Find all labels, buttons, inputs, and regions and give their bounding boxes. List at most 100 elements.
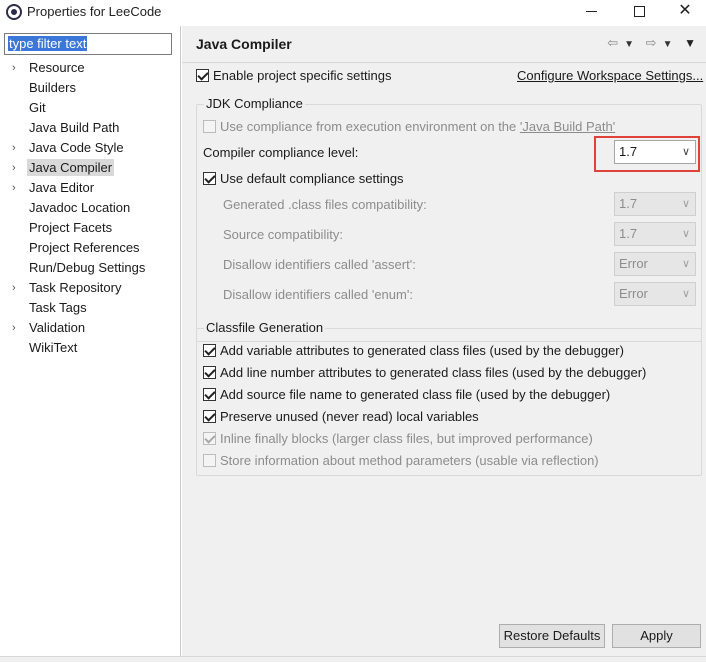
sidebar-item[interactable]: Project Facets bbox=[0, 218, 180, 238]
sidebar-item[interactable]: › Java Compiler bbox=[0, 158, 180, 178]
chevron-right-icon[interactable]: › bbox=[12, 178, 16, 198]
generated-compat-label: Generated .class files compatibility: bbox=[223, 197, 427, 212]
use-default-row[interactable]: Use default compliance settings bbox=[203, 171, 404, 186]
sidebar-item[interactable]: Java Build Path bbox=[0, 118, 180, 138]
title-separator bbox=[182, 62, 706, 63]
chevron-right-icon[interactable]: › bbox=[12, 58, 16, 78]
sidebar-item-label: Resource bbox=[29, 60, 85, 75]
sidebar-item-label: Java Build Path bbox=[29, 120, 120, 135]
chevron-down-icon: ∨ bbox=[681, 288, 690, 300]
use-env-row: Use compliance from execution environmen… bbox=[203, 119, 615, 134]
enum-value: Error bbox=[619, 286, 648, 301]
source-compat-label: Source compatibility: bbox=[223, 227, 343, 242]
sidebar-item-label: WikiText bbox=[29, 340, 78, 355]
enum-select[interactable]: Error ∨ bbox=[614, 282, 696, 306]
forward-dropdown-icon[interactable]: ▼ bbox=[663, 39, 675, 50]
enable-project-settings-checkbox[interactable] bbox=[196, 69, 209, 83]
chevron-down-icon: ∨ bbox=[681, 258, 690, 270]
classfile-option-label: Inline finally blocks (larger class file… bbox=[220, 431, 593, 446]
classfile-option-row[interactable]: Store information about method parameter… bbox=[203, 453, 599, 468]
classfile-option-checkbox[interactable] bbox=[203, 454, 216, 468]
page-title: Java Compiler bbox=[196, 36, 292, 52]
classfile-generation-title: Classfile Generation bbox=[204, 320, 326, 335]
back-arrow-icon[interactable]: ⇦ bbox=[607, 35, 620, 51]
restore-defaults-button[interactable]: Restore Defaults bbox=[499, 624, 605, 648]
apply-button[interactable]: Apply bbox=[612, 624, 701, 648]
generated-compat-select[interactable]: 1.7 ∨ bbox=[614, 192, 696, 216]
maximize-button[interactable] bbox=[616, 0, 662, 24]
classfile-option-checkbox[interactable] bbox=[203, 410, 216, 424]
enable-project-settings-label: Enable project specific settings bbox=[213, 68, 392, 83]
sidebar-item-label: Javadoc Location bbox=[29, 200, 131, 215]
sidebar-item[interactable]: Project References bbox=[0, 238, 180, 258]
classfile-option-checkbox[interactable] bbox=[203, 388, 216, 402]
sidebar-item[interactable]: › Java Code Style bbox=[0, 138, 180, 158]
eclipse-icon bbox=[6, 4, 22, 20]
sidebar-item[interactable]: Git bbox=[0, 98, 180, 118]
source-compat-value: 1.7 bbox=[619, 226, 638, 241]
title-bar: Properties for LeeCode ✕ bbox=[0, 0, 706, 24]
main-panel: Java Compiler ⇦ ▼ ⇨ ▼ ▼ Enable project spe… bbox=[182, 26, 706, 656]
jdk-compliance-title: JDK Compliance bbox=[204, 96, 305, 111]
view-menu-icon[interactable]: ▼ bbox=[684, 36, 698, 50]
sidebar: type filter text › Resource Builders Git Jav… bbox=[0, 26, 181, 656]
sidebar-item-label: Java Compiler bbox=[27, 159, 115, 176]
sidebar-item-label: Run/Debug Settings bbox=[29, 260, 146, 275]
minimize-button[interactable] bbox=[568, 0, 614, 24]
sidebar-item[interactable]: › Validation bbox=[0, 318, 180, 338]
source-compat-select[interactable]: 1.7 ∨ bbox=[614, 222, 696, 246]
assert-select[interactable]: Error ∨ bbox=[614, 252, 696, 276]
compliance-level-label: Compiler compliance level: bbox=[203, 145, 359, 160]
filter-placeholder: type filter text bbox=[8, 36, 88, 51]
enable-project-settings-row[interactable]: Enable project specific settings bbox=[196, 68, 391, 83]
sidebar-item-label: Java Editor bbox=[29, 180, 95, 195]
enum-label: Disallow identifiers called 'enum': bbox=[223, 287, 413, 302]
classfile-option-label: Add source file name to generated class … bbox=[220, 387, 611, 402]
classfile-option-row[interactable]: Preserve unused (never read) local varia… bbox=[203, 409, 479, 424]
assert-value: Error bbox=[619, 256, 648, 271]
use-env-label: Use compliance from execution environmen… bbox=[220, 119, 520, 134]
chevron-right-icon[interactable]: › bbox=[12, 318, 16, 338]
classfile-option-row[interactable]: Inline finally blocks (larger class file… bbox=[203, 431, 593, 446]
classfile-option-label: Store information about method parameter… bbox=[220, 453, 599, 468]
back-dropdown-icon[interactable]: ▼ bbox=[624, 39, 636, 50]
classfile-option-row[interactable]: Add source file name to generated class … bbox=[203, 387, 610, 402]
sidebar-item-label: Git bbox=[29, 100, 46, 115]
forward-arrow-icon[interactable]: ⇨ bbox=[646, 35, 659, 51]
filter-input[interactable]: type filter text bbox=[4, 33, 172, 55]
highlight-annotation bbox=[594, 136, 700, 172]
sidebar-item-label: Validation bbox=[29, 320, 86, 335]
chevron-down-icon: ∨ bbox=[681, 228, 690, 240]
chevron-right-icon[interactable]: › bbox=[12, 138, 16, 158]
sidebar-item[interactable]: Task Tags bbox=[0, 298, 180, 318]
chevron-right-icon[interactable]: › bbox=[12, 278, 16, 298]
classfile-option-checkbox[interactable] bbox=[203, 366, 216, 380]
sidebar-item[interactable]: Javadoc Location bbox=[0, 198, 180, 218]
nav-toolbar: ⇦ ▼ ⇨ ▼ ▼ bbox=[603, 35, 698, 51]
sidebar-item-label: Project References bbox=[29, 240, 140, 255]
use-env-checkbox[interactable] bbox=[203, 120, 216, 134]
sidebar-item[interactable]: WikiText bbox=[0, 338, 180, 358]
bottom-strip bbox=[0, 656, 706, 662]
classfile-option-row[interactable]: Add variable attributes to generated cla… bbox=[203, 343, 624, 358]
sidebar-item[interactable]: › Java Editor bbox=[0, 178, 180, 198]
classfile-option-checkbox[interactable] bbox=[203, 432, 216, 446]
sidebar-item[interactable]: › Resource bbox=[0, 58, 180, 78]
sidebar-item-label: Project Facets bbox=[29, 220, 113, 235]
close-button[interactable]: ✕ bbox=[662, 0, 706, 24]
sidebar-item[interactable]: Run/Debug Settings bbox=[0, 258, 180, 278]
chevron-right-icon[interactable]: › bbox=[12, 158, 16, 178]
classfile-option-checkbox[interactable] bbox=[203, 344, 216, 358]
sidebar-item[interactable]: Builders bbox=[0, 78, 180, 98]
use-default-checkbox[interactable] bbox=[203, 172, 216, 186]
window-title: Properties for LeeCode bbox=[27, 4, 162, 19]
chevron-down-icon: ∨ bbox=[681, 198, 690, 210]
classfile-option-label: Add variable attributes to generated cla… bbox=[220, 343, 624, 358]
use-default-label: Use default compliance settings bbox=[220, 171, 404, 186]
minimize-icon bbox=[585, 10, 597, 12]
java-build-path-link[interactable]: 'Java Build Path' bbox=[520, 119, 615, 134]
classfile-option-row[interactable]: Add line number attributes to generated … bbox=[203, 365, 646, 380]
configure-workspace-link[interactable]: Configure Workspace Settings... bbox=[517, 68, 703, 83]
sidebar-item[interactable]: › Task Repository bbox=[0, 278, 180, 298]
sidebar-item-label: Java Code Style bbox=[29, 140, 124, 155]
